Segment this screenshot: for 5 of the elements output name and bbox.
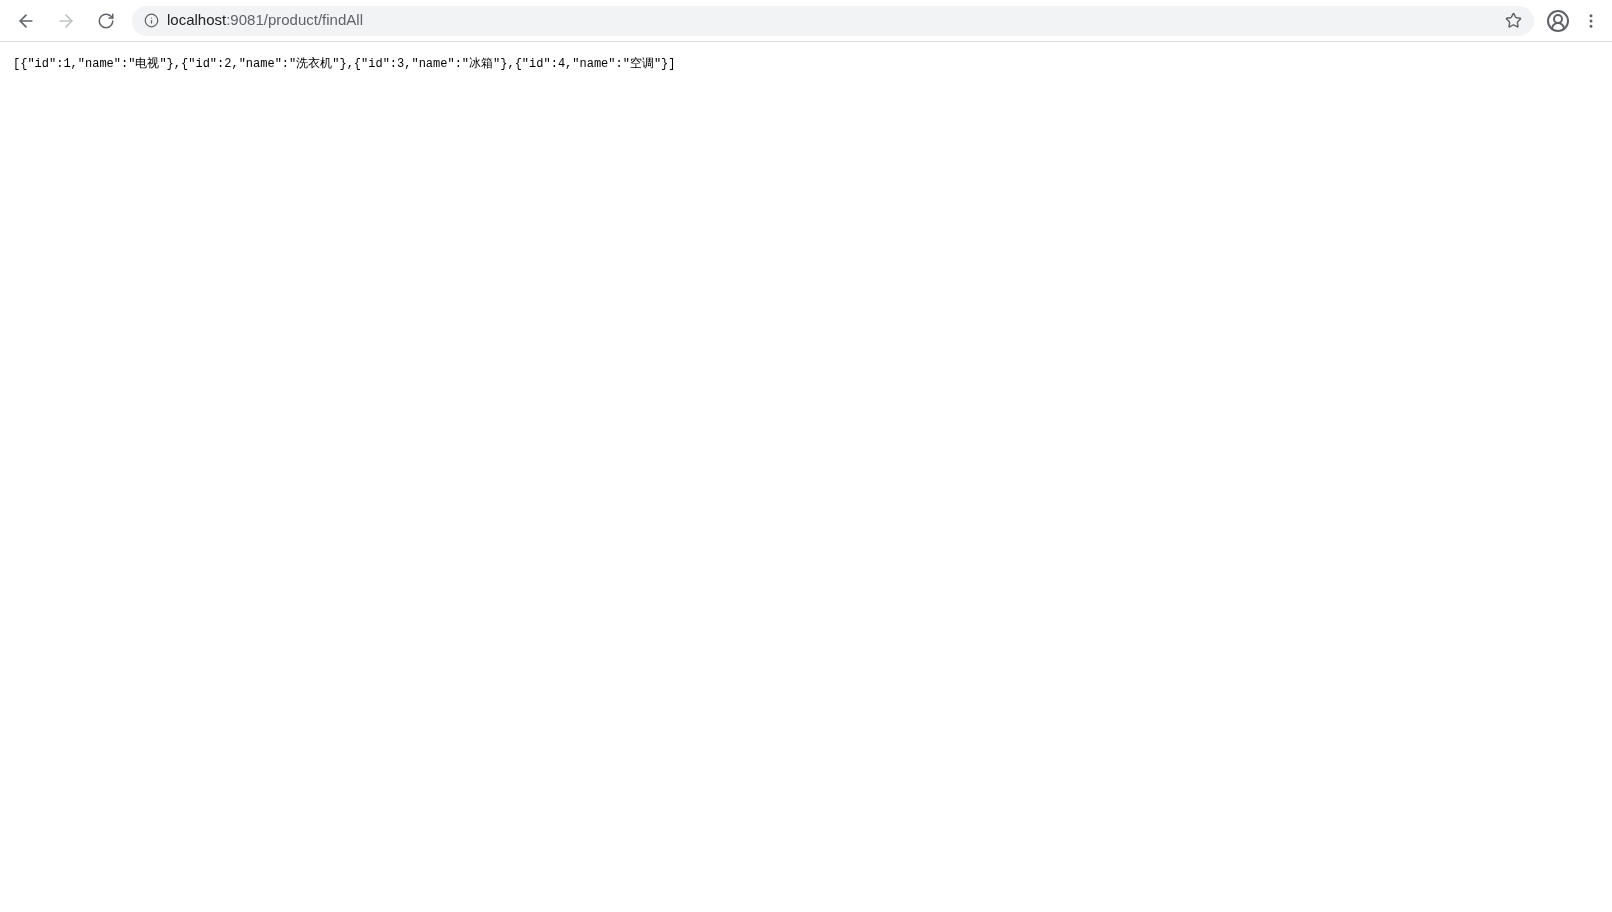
profile-avatar-icon[interactable]: [1546, 8, 1570, 33]
json-response-text: [{"id":1,"name":"电视"},{"id":2,"name":"洗衣机"},{"id":3,"name":"冰箱"},{"id":4,"name":"空调"}]: [13, 56, 677, 73]
info-icon: [144, 13, 159, 28]
reload-icon: [97, 11, 115, 30]
address-field[interactable]: localhost:9081/product/findAll: [132, 5, 1534, 36]
